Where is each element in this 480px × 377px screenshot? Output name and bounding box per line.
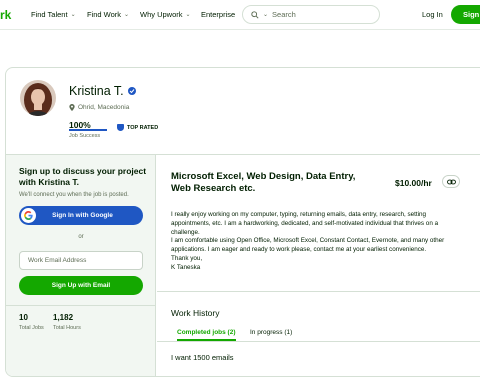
tab-in-progress[interactable]: In progress (1) — [250, 329, 292, 336]
work-history-title: Work History — [171, 308, 220, 318]
signup-button[interactable]: Sign — [451, 5, 480, 24]
description-paragraph: Thank you, — [171, 254, 203, 262]
top-navigation: rk Find Talent ⌄ Find Work ⌄ Why Upwork … — [0, 0, 480, 30]
total-hours-label: Total Hours — [53, 325, 81, 331]
search-placeholder: Search — [272, 10, 296, 19]
total-hours-stat: 1,182 Total Hours — [53, 313, 81, 331]
signup-panel-title: Sign up to discuss your project with Kri… — [19, 166, 147, 187]
upwork-logo[interactable]: rk — [0, 8, 11, 22]
location-text: Ohrid, Macedonia — [78, 104, 130, 111]
or-divider: or — [78, 234, 84, 240]
description-paragraph: I am comfortable using Open Office, Micr… — [171, 237, 445, 254]
copy-link-button[interactable] — [442, 175, 460, 188]
top-rated-shield-icon — [117, 124, 124, 131]
freelancer-name: Kristina T. — [69, 84, 136, 98]
nav-find-talent-label: Find Talent — [31, 10, 68, 19]
profile-main: Microsoft Excel, Web Design, Data Entry,… — [157, 155, 480, 376]
work-email-input[interactable] — [19, 251, 143, 270]
description-paragraph: I really enjoy working on my computer, t… — [171, 211, 439, 236]
location-pin-icon — [69, 104, 75, 111]
nav-enterprise[interactable]: Enterprise — [201, 10, 235, 19]
chevron-down-icon: ⌄ — [263, 12, 269, 18]
search-icon — [251, 10, 259, 19]
top-rated-label: TOP RATED — [127, 124, 159, 131]
verified-badge-icon — [127, 87, 136, 95]
nav-find-work-label: Find Work — [87, 10, 122, 19]
signup-email-button[interactable]: Sign Up with Email — [19, 276, 143, 295]
nav-why-upwork-label: Why Upwork — [140, 10, 183, 19]
google-signin-label: Sign In with Google — [52, 212, 113, 219]
link-icon — [446, 179, 456, 184]
chevron-down-icon: ⌄ — [70, 12, 76, 18]
profile-card: Kristina T. Ohrid, Macedonia 100% Job Su… — [5, 67, 480, 377]
nav-why-upwork[interactable]: Why Upwork ⌄ — [140, 10, 191, 19]
divider — [157, 291, 480, 292]
google-signin-button[interactable]: Sign In with Google — [19, 206, 143, 225]
job-success-bar — [69, 129, 107, 131]
nav-find-work[interactable]: Find Work ⌄ — [87, 10, 129, 19]
tabs-divider — [157, 341, 480, 342]
search-box[interactable]: ⌄ Search — [242, 5, 380, 24]
avatar — [20, 80, 56, 116]
nav-find-talent[interactable]: Find Talent ⌄ — [31, 10, 76, 19]
profile-title: Microsoft Excel, Web Design, Data Entry,… — [171, 171, 356, 194]
hourly-rate: $10.00/hr — [395, 178, 432, 188]
freelancer-name-text: Kristina T. — [69, 84, 124, 98]
chevron-down-icon: ⌄ — [185, 12, 191, 18]
divider — [6, 305, 156, 306]
job-history-item-title[interactable]: I want 1500 emails — [171, 353, 234, 362]
total-jobs-label: Total Jobs — [19, 325, 44, 331]
location: Ohrid, Macedonia — [69, 104, 129, 111]
tab-completed-jobs[interactable]: Completed jobs (2) — [177, 329, 236, 341]
profile-description: I really enjoy working on my computer, t… — [171, 211, 451, 273]
signup-panel-note: We'll connect you when the job is posted… — [19, 192, 129, 198]
login-link[interactable]: Log In — [422, 10, 443, 19]
description-paragraph: K Taneska — [171, 263, 201, 271]
chevron-down-icon: ⌄ — [124, 12, 130, 18]
total-jobs-value: 10 — [19, 313, 28, 322]
nav-enterprise-label: Enterprise — [201, 10, 236, 19]
total-hours-value: 1,182 — [53, 313, 74, 322]
job-success-label: Job Success — [69, 133, 101, 139]
google-icon — [21, 208, 36, 223]
top-rated-badge: TOP RATED — [117, 124, 158, 131]
signup-panel: Sign up to discuss your project with Kri… — [6, 155, 156, 376]
total-jobs-stat: 10 Total Jobs — [19, 313, 44, 331]
